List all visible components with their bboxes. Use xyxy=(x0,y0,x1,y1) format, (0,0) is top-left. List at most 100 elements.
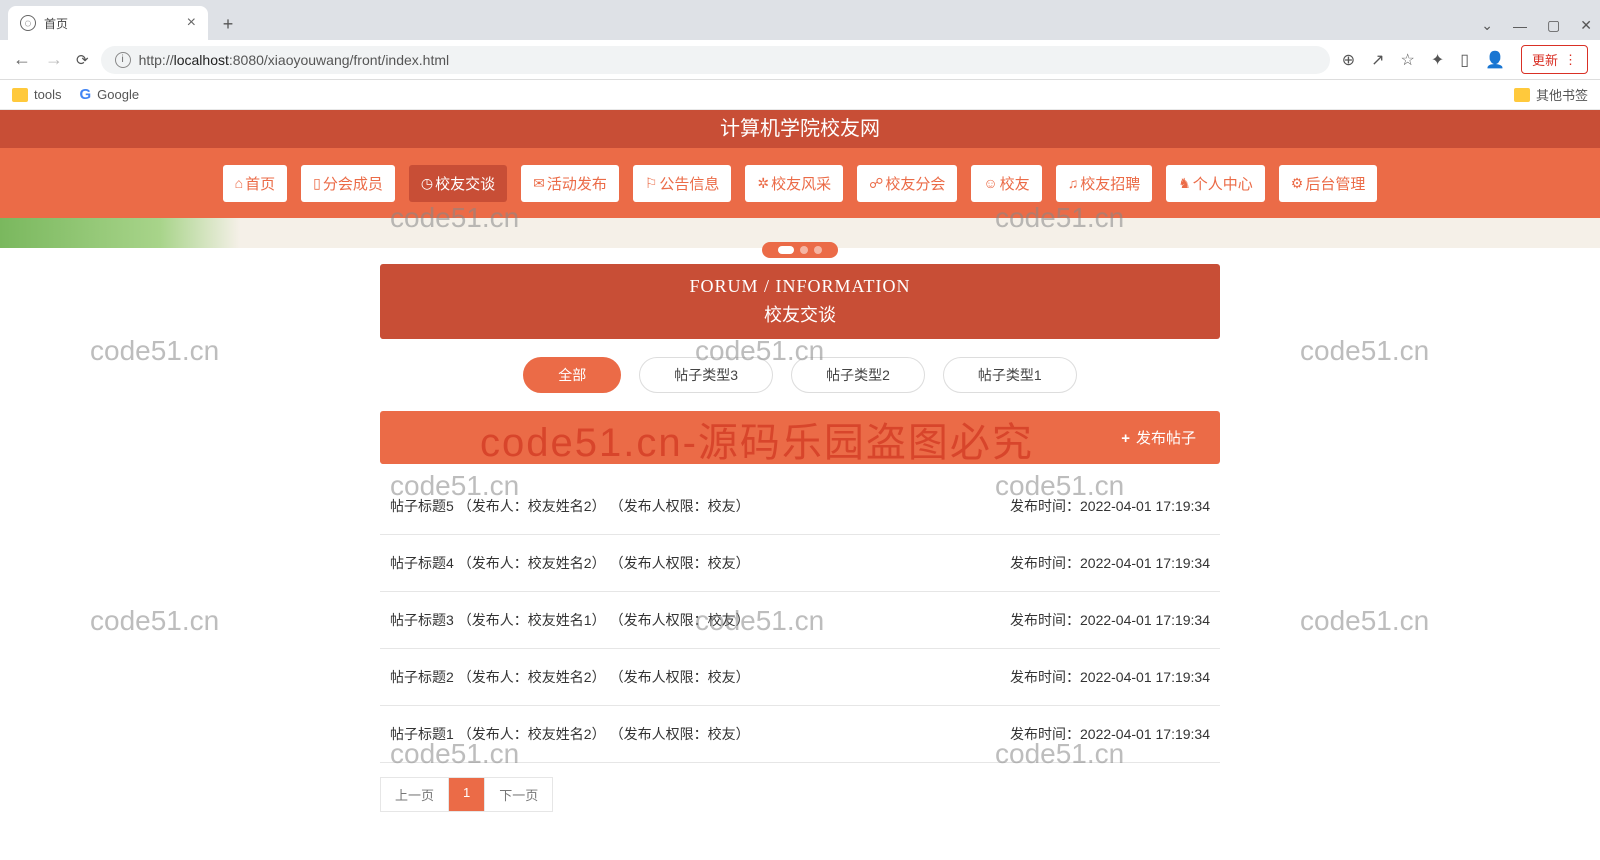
mail-icon: ✉ xyxy=(533,175,545,192)
post-item[interactable]: 帖子标题2（发布人：校友姓名2）（发布人权限：校友） 发布时间：2022-04-0… xyxy=(380,649,1220,706)
search-icon[interactable]: ⊕ xyxy=(1342,50,1355,70)
page-content: 计算机学院校友网 ⌂首页 ▯分会成员 ◷校友交谈 ✉活动发布 ⚐公告信息 ✲校友… xyxy=(0,110,1600,860)
page-number[interactable]: 1 xyxy=(449,778,485,811)
post-title: 帖子标题1 xyxy=(390,724,454,744)
filter-type1[interactable]: 帖子类型1 xyxy=(943,357,1077,393)
nav-announce[interactable]: ⚐公告信息 xyxy=(633,165,732,202)
next-page[interactable]: 下一页 xyxy=(485,778,552,811)
minimize-icon[interactable]: — xyxy=(1513,18,1527,34)
profile-icon[interactable]: 👤 xyxy=(1485,50,1505,70)
browser-tab[interactable]: ◌ 首页 × xyxy=(8,6,208,40)
carousel-dot[interactable] xyxy=(800,246,808,254)
nav-recruit[interactable]: ♫校友招聘 xyxy=(1056,165,1153,202)
post-publisher: （发布人：校友姓名2） xyxy=(458,496,606,516)
post-time: 发布时间：2022-04-01 17:19:34 xyxy=(1010,610,1210,630)
post-title: 帖子标题5 xyxy=(390,496,454,516)
post-item[interactable]: 帖子标题3（发布人：校友姓名1）（发布人权限：校友） 发布时间：2022-04-0… xyxy=(380,592,1220,649)
carousel-indicator[interactable] xyxy=(762,242,838,258)
post-title: 帖子标题2 xyxy=(390,667,454,687)
close-window-icon[interactable]: ✕ xyxy=(1580,17,1592,34)
close-tab-icon[interactable]: × xyxy=(187,14,196,32)
tab-title: 首页 xyxy=(44,15,68,32)
clock-icon: ◷ xyxy=(421,175,433,192)
post-item[interactable]: 帖子标题4（发布人：校友姓名2）（发布人权限：校友） 发布时间：2022-04-0… xyxy=(380,535,1220,592)
maximize-icon[interactable]: ▢ xyxy=(1547,17,1560,34)
forward-button[interactable]: → xyxy=(44,49,64,70)
bookmark-tools[interactable]: tools xyxy=(12,87,61,102)
music-icon: ♫ xyxy=(1068,175,1079,191)
flag-icon: ⚐ xyxy=(645,175,658,192)
carousel-dot[interactable] xyxy=(814,246,822,254)
nav-profile[interactable]: ♞个人中心 xyxy=(1166,165,1265,202)
nav-members[interactable]: ▯分会成员 xyxy=(301,165,395,202)
browser-tab-strip: ◌ 首页 × + ⌄ — ▢ ✕ xyxy=(0,0,1600,40)
post-left: 帖子标题4（发布人：校友姓名2）（发布人权限：校友） xyxy=(390,553,750,573)
bookmark-star-icon[interactable]: ☆ xyxy=(1401,50,1415,70)
link-icon: ☍ xyxy=(869,175,883,192)
publish-label: 发布帖子 xyxy=(1136,430,1196,447)
post-role: （发布人权限：校友） xyxy=(610,724,750,744)
post-left: 帖子标题1（发布人：校友姓名2）（发布人权限：校友） xyxy=(390,724,750,744)
nav-events[interactable]: ✉活动发布 xyxy=(521,165,619,202)
post-publisher: （发布人：校友姓名2） xyxy=(458,724,606,744)
bookmark-google[interactable]: GGoogle xyxy=(79,86,139,103)
new-tab-button[interactable]: + xyxy=(214,10,242,38)
user-icon: ☺ xyxy=(983,175,997,191)
update-button[interactable]: 更新⋮ xyxy=(1521,45,1588,74)
chevron-down-icon[interactable]: ⌄ xyxy=(1481,17,1493,34)
post-list: 帖子标题5（发布人：校友姓名2）（发布人权限：校友）发布时间：2022-04-0… xyxy=(380,478,1220,763)
group-icon: ▯ xyxy=(313,175,321,192)
post-item[interactable]: 帖子标题1（发布人：校友姓名2）（发布人权限：校友）发布时间：2022-04-0… xyxy=(380,706,1220,763)
window-controls: ⌄ — ▢ ✕ xyxy=(1481,17,1592,40)
section-header: FORUM / INFORMATION 校友交谈 xyxy=(380,264,1220,339)
post-role: （发布人权限：校友） xyxy=(610,496,750,516)
post-time: 发布时间：2022-04-01 17:19:34 xyxy=(1010,496,1210,516)
person-icon: ♞ xyxy=(1178,175,1191,192)
bookmarks-bar: tools GGoogle 其他书签 xyxy=(0,80,1600,110)
panel-icon[interactable]: ▯ xyxy=(1460,50,1469,70)
watermark: code51.cn xyxy=(90,605,219,637)
address-bar[interactable]: i http://localhost:8080/xiaoyouwang/fron… xyxy=(101,46,1330,74)
url-text: http://localhost:8080/xiaoyouwang/front/… xyxy=(139,52,450,68)
other-bookmarks[interactable]: 其他书签 xyxy=(1514,85,1588,104)
post-item[interactable]: 帖子标题5（发布人：校友姓名2）（发布人权限：校友） 发布时间：2022-04-0… xyxy=(380,478,1220,535)
filter-row: 全部 帖子类型3 帖子类型2 帖子类型1 xyxy=(380,357,1220,393)
nav-showcase[interactable]: ✲校友风采 xyxy=(745,165,843,202)
post-left: 帖子标题2（发布人：校友姓名2）（发布人权限：校友） xyxy=(390,667,750,687)
home-icon: ⌂ xyxy=(235,175,243,191)
post-time: 发布时间：2022-04-01 17:19:34 xyxy=(1010,553,1210,573)
nav-forum[interactable]: ◷校友交谈 xyxy=(409,165,507,202)
filter-type3[interactable]: 帖子类型3 xyxy=(639,357,773,393)
post-title: 帖子标题4 xyxy=(390,553,454,573)
pagination: 上一页 1 下一页 xyxy=(380,777,553,812)
share-icon[interactable]: ↗ xyxy=(1371,50,1384,70)
prev-page[interactable]: 上一页 xyxy=(381,778,449,811)
watermark: code51.cn xyxy=(90,335,219,367)
filter-type2[interactable]: 帖子类型2 xyxy=(791,357,925,393)
section-title-cn: 校友交谈 xyxy=(392,301,1208,327)
back-button[interactable]: ← xyxy=(12,49,32,70)
post-role: （发布人权限：校友） xyxy=(610,553,750,573)
watermark: code51.cn xyxy=(1300,605,1429,637)
post-title: 帖子标题3 xyxy=(390,610,454,630)
folder-icon xyxy=(1514,88,1530,102)
reload-button[interactable]: ⟳ xyxy=(76,51,89,69)
main-content: FORUM / INFORMATION 校友交谈 全部 帖子类型3 帖子类型2 … xyxy=(380,264,1220,812)
extensions-icon[interactable]: ✦ xyxy=(1431,50,1444,70)
nav-branch[interactable]: ☍校友分会 xyxy=(857,165,957,202)
carousel-dot[interactable] xyxy=(778,246,794,254)
filter-all[interactable]: 全部 xyxy=(523,357,621,393)
nav-admin[interactable]: ⚙后台管理 xyxy=(1279,165,1378,202)
post-time: 发布时间：2022-04-01 17:19:34 xyxy=(1010,667,1210,687)
gear-icon: ⚙ xyxy=(1291,175,1304,192)
toolbar-icons: ⊕ ↗ ☆ ✦ ▯ 👤 更新⋮ xyxy=(1342,45,1588,74)
nav-alumni[interactable]: ☺校友 xyxy=(971,165,1041,202)
publish-bar[interactable]: +发布帖子 xyxy=(380,411,1220,464)
post-left: 帖子标题3（发布人：校友姓名1）（发布人权限：校友） xyxy=(390,610,750,630)
site-title-bar: 计算机学院校友网 xyxy=(0,110,1600,148)
post-publisher: （发布人：校友姓名2） xyxy=(458,667,606,687)
info-icon[interactable]: i xyxy=(115,52,131,68)
star-icon: ✲ xyxy=(757,175,769,192)
nav-home[interactable]: ⌂首页 xyxy=(223,165,287,202)
section-title-en: FORUM / INFORMATION xyxy=(392,276,1208,297)
